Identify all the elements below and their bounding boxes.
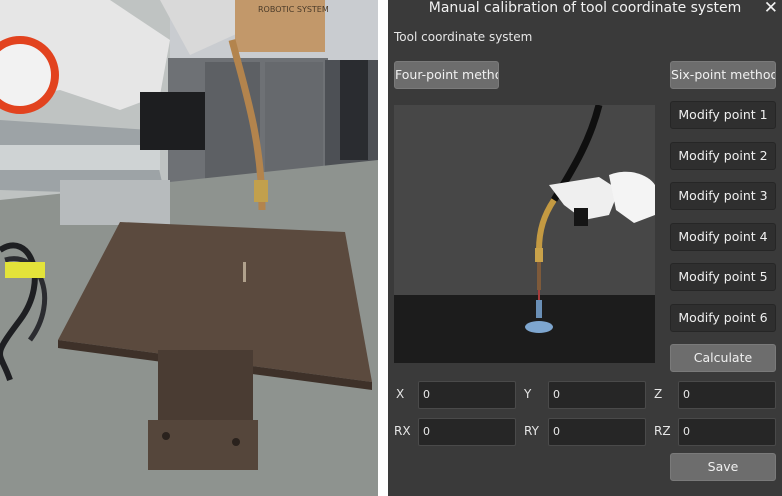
- modify-point-2-button[interactable]: Modify point 2: [670, 142, 776, 170]
- y-label: Y: [524, 387, 532, 401]
- rz-label: RZ: [654, 424, 671, 438]
- modify-point-5-button[interactable]: Modify point 5: [670, 263, 776, 291]
- ry-label: RY: [524, 424, 539, 438]
- rz-field[interactable]: 0: [678, 418, 776, 446]
- dialog-title: Manual calibration of tool coordinate sy…: [428, 0, 742, 16]
- ry-field[interactable]: 0: [548, 418, 646, 446]
- section-label: Tool coordinate system: [394, 30, 533, 44]
- tool-3d-viewport[interactable]: [394, 105, 655, 363]
- six-point-method-button[interactable]: Six-point method: [670, 61, 776, 89]
- modify-point-6-button[interactable]: Modify point 6: [670, 304, 776, 332]
- calibration-dialog: Manual calibration of tool coordinate sy…: [388, 0, 782, 496]
- box-label: ROBOTIC SYSTEM: [258, 5, 329, 14]
- save-button[interactable]: Save: [670, 453, 776, 481]
- modify-point-1-button[interactable]: Modify point 1: [670, 101, 776, 129]
- x-field[interactable]: 0: [418, 381, 516, 409]
- modify-point-4-button[interactable]: Modify point 4: [670, 223, 776, 251]
- four-point-method-button[interactable]: Four-point method: [394, 61, 499, 89]
- modify-point-3-button[interactable]: Modify point 3: [670, 182, 776, 210]
- rx-field[interactable]: 0: [418, 418, 516, 446]
- rx-label: RX: [394, 424, 411, 438]
- z-label: Z: [654, 387, 663, 401]
- close-icon[interactable]: ✕: [764, 0, 778, 18]
- z-field[interactable]: 0: [678, 381, 776, 409]
- x-label: X: [396, 387, 405, 401]
- calculate-button[interactable]: Calculate: [670, 344, 776, 372]
- workcell-camera-photo: ROBOTIC SYSTEM: [0, 0, 378, 496]
- y-field[interactable]: 0: [548, 381, 646, 409]
